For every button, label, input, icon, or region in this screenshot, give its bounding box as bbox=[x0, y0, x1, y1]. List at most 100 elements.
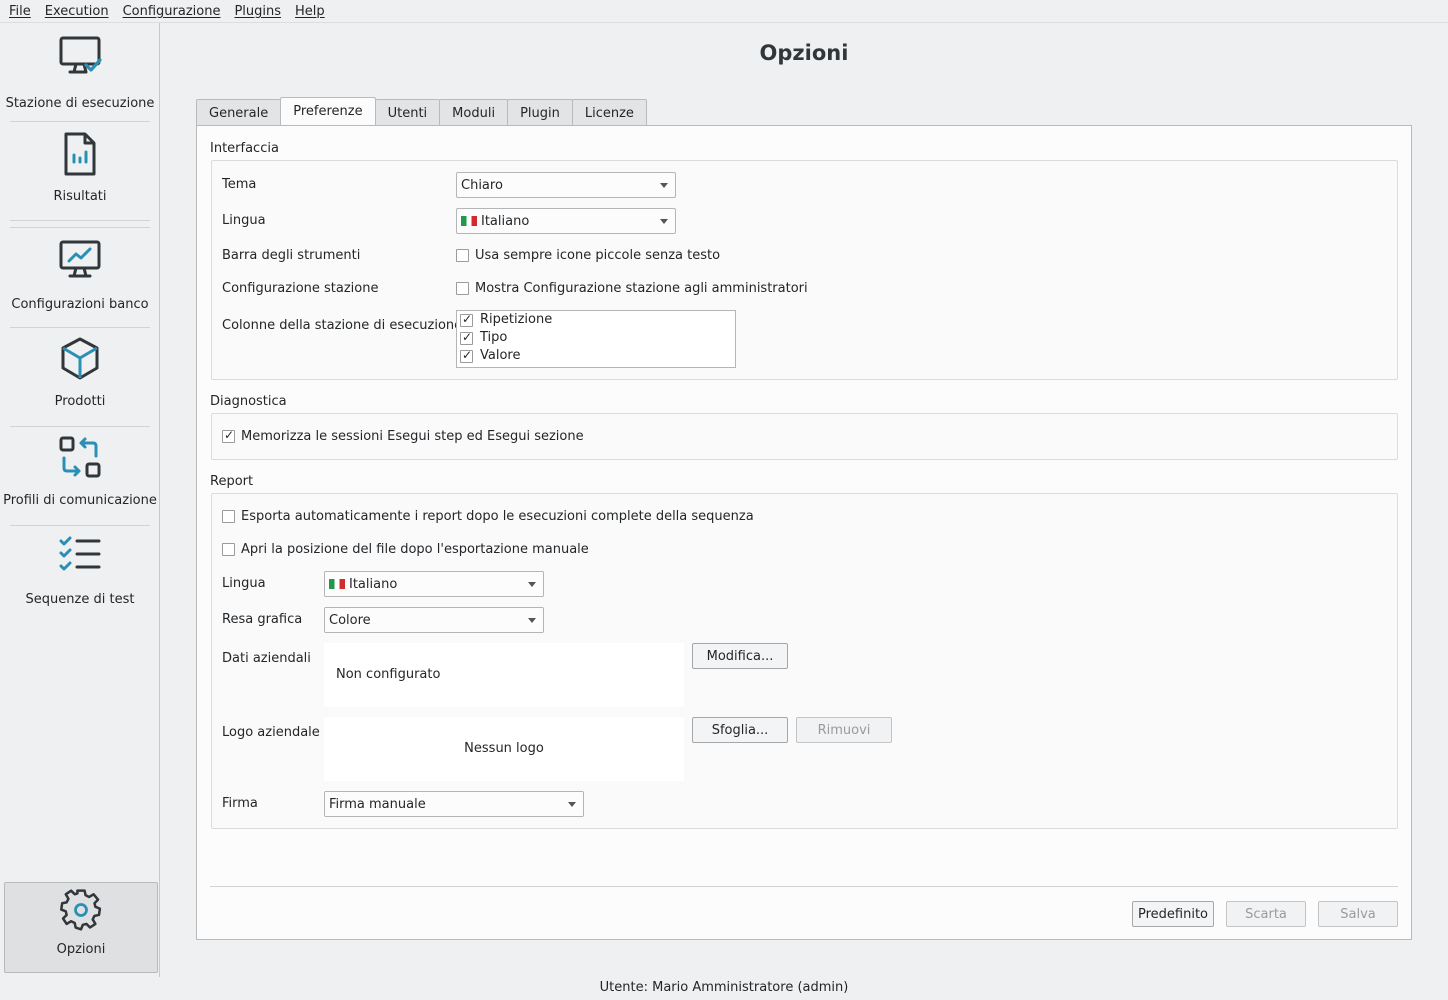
sidebar-item-label: Prodotti bbox=[54, 394, 106, 409]
esporta-report-checkbox[interactable] bbox=[222, 510, 235, 523]
scarta-button[interactable]: Scarta bbox=[1226, 901, 1306, 927]
salva-button[interactable]: Salva bbox=[1318, 901, 1398, 927]
page-title: Opzioni bbox=[759, 41, 849, 65]
firma-label: Firma bbox=[222, 796, 258, 811]
sidebar-item-sequenze[interactable]: Sequenze di test bbox=[0, 533, 160, 607]
config-stazione-checkbox[interactable] bbox=[456, 282, 469, 295]
sidebar-divider bbox=[10, 121, 150, 122]
checklist-icon bbox=[59, 536, 101, 571]
predefinito-button[interactable]: Predefinito bbox=[1132, 901, 1214, 927]
menu-plugins[interactable]: Plugins bbox=[227, 4, 288, 19]
italian-flag-icon bbox=[329, 579, 345, 589]
sfoglia-button[interactable]: Sfoglia... bbox=[692, 717, 788, 743]
tab-plugin[interactable]: Plugin bbox=[507, 99, 573, 126]
exchange-icon bbox=[59, 436, 101, 478]
sidebar-item-prodotti[interactable]: Prodotti bbox=[0, 335, 160, 409]
firma-value: Firma manuale bbox=[329, 796, 426, 812]
tab-generale[interactable]: Generale bbox=[196, 99, 282, 126]
sidebar-divider bbox=[10, 327, 150, 328]
barra-strumenti-option: Usa sempre icone piccole senza testo bbox=[475, 248, 721, 263]
sidebar: Stazione di esecuzione Risultati Configu… bbox=[0, 23, 160, 977]
colonna-ripetizione-label: Ripetizione bbox=[480, 312, 553, 327]
rimuovi-button[interactable]: Rimuovi bbox=[796, 717, 892, 743]
sidebar-item-label: Risultati bbox=[53, 189, 107, 204]
tema-label: Tema bbox=[222, 177, 257, 192]
sidebar-divider bbox=[10, 525, 150, 526]
cube-icon bbox=[61, 337, 99, 380]
menu-file[interactable]: File bbox=[2, 4, 38, 19]
apri-posizione-option: Apri la posizione del file dopo l'esport… bbox=[241, 542, 589, 557]
group-title-diagnostica: Diagnostica bbox=[210, 394, 287, 409]
esporta-report-option: Esporta automaticamente i report dopo le… bbox=[241, 509, 754, 524]
status-bar: Utente: Mario Amministratore (admin) bbox=[599, 980, 849, 995]
group-title-interfaccia: Interfaccia bbox=[210, 141, 279, 156]
firma-select[interactable]: Firma manuale bbox=[324, 791, 584, 817]
menu-execution[interactable]: Execution bbox=[38, 4, 116, 19]
sidebar-item-risultati[interactable]: Risultati bbox=[0, 130, 160, 204]
tab-moduli[interactable]: Moduli bbox=[439, 99, 509, 126]
barra-strumenti-label: Barra degli strumenti bbox=[222, 248, 361, 263]
modifica-button[interactable]: Modifica... bbox=[692, 643, 788, 669]
resa-grafica-label: Resa grafica bbox=[222, 612, 303, 627]
colonna-valore-checkbox[interactable] bbox=[460, 348, 473, 363]
chevron-down-icon bbox=[660, 219, 668, 224]
apri-posizione-checkbox[interactable] bbox=[222, 543, 235, 556]
group-title-report: Report bbox=[210, 474, 254, 489]
sidebar-item-label: Opzioni bbox=[56, 942, 106, 957]
diagnostica-option: Memorizza le sessioni Esegui step ed Ese… bbox=[241, 429, 584, 444]
sidebar-item-profili[interactable]: Profili di comunicazione bbox=[0, 434, 160, 508]
sidebar-divider bbox=[10, 220, 150, 221]
monitor-check-icon bbox=[59, 36, 102, 74]
group-interfaccia bbox=[211, 160, 1398, 380]
monitor-chart-icon bbox=[59, 240, 101, 278]
colonna-tipo-label: Tipo bbox=[480, 330, 508, 345]
tab-bar: Generale Preferenze Utenti Moduli Plugin… bbox=[196, 97, 647, 126]
logo-aziendale-label: Logo aziendale bbox=[222, 725, 320, 740]
chevron-down-icon bbox=[528, 582, 536, 587]
tab-utenti[interactable]: Utenti bbox=[374, 99, 441, 126]
report-lingua-label: Lingua bbox=[222, 576, 266, 591]
menu-help[interactable]: Help bbox=[288, 4, 332, 19]
lingua-label: Lingua bbox=[222, 213, 266, 228]
resa-grafica-value: Colore bbox=[329, 612, 371, 628]
report-lingua-value: Italiano bbox=[349, 576, 398, 592]
sidebar-item-label: Stazione di esecuzione bbox=[5, 96, 155, 111]
sidebar-divider bbox=[10, 227, 150, 228]
lingua-select[interactable]: Italiano bbox=[456, 208, 676, 234]
report-file-icon bbox=[64, 132, 96, 176]
dati-aziendali-value: Non configurato bbox=[336, 667, 441, 682]
tema-select[interactable]: Chiaro bbox=[456, 172, 676, 198]
sidebar-divider bbox=[10, 426, 150, 427]
chevron-down-icon bbox=[660, 183, 668, 188]
resa-grafica-select[interactable]: Colore bbox=[324, 607, 544, 633]
colonna-ripetizione-checkbox[interactable] bbox=[460, 312, 473, 327]
colonna-tipo-checkbox[interactable] bbox=[460, 330, 473, 345]
menu-bar: File Execution Configurazione Plugins He… bbox=[0, 0, 1448, 23]
tab-preferenze[interactable]: Preferenze bbox=[280, 97, 376, 125]
italian-flag-icon bbox=[461, 216, 477, 226]
chevron-down-icon bbox=[568, 802, 576, 807]
logo-aziendale-box: Nessun logo bbox=[324, 717, 684, 781]
footer-divider bbox=[210, 886, 1398, 887]
config-stazione-label: Configurazione stazione bbox=[222, 281, 379, 296]
config-stazione-option: Mostra Configurazione stazione agli ammi… bbox=[475, 281, 808, 296]
colonne-label: Colonne della stazione di esecuzione bbox=[222, 318, 463, 333]
diagnostica-checkbox[interactable] bbox=[222, 428, 235, 443]
sidebar-item-label: Profili di comunicazione bbox=[3, 493, 157, 508]
menu-configurazione[interactable]: Configurazione bbox=[116, 4, 228, 19]
sidebar-item-label: Configurazioni banco bbox=[11, 297, 149, 312]
tab-licenze[interactable]: Licenze bbox=[571, 99, 647, 126]
sidebar-item-label: Sequenze di test bbox=[25, 592, 135, 607]
gear-icon bbox=[59, 889, 102, 931]
logo-aziendale-value: Nessun logo bbox=[464, 741, 544, 756]
colonna-valore-label: Valore bbox=[480, 348, 521, 363]
sidebar-item-opzioni[interactable]: Opzioni bbox=[4, 882, 158, 973]
report-lingua-select[interactable]: Italiano bbox=[324, 571, 544, 597]
lingua-select-value: Italiano bbox=[481, 213, 530, 229]
sidebar-item-configurazioni-banco[interactable]: Configurazioni banco bbox=[0, 236, 160, 312]
barra-strumenti-checkbox[interactable] bbox=[456, 249, 469, 262]
chevron-down-icon bbox=[528, 618, 536, 623]
tema-select-value: Chiaro bbox=[461, 177, 503, 193]
sidebar-item-stazione[interactable]: Stazione di esecuzione bbox=[0, 31, 160, 111]
dati-aziendali-box: Non configurato bbox=[324, 643, 684, 707]
